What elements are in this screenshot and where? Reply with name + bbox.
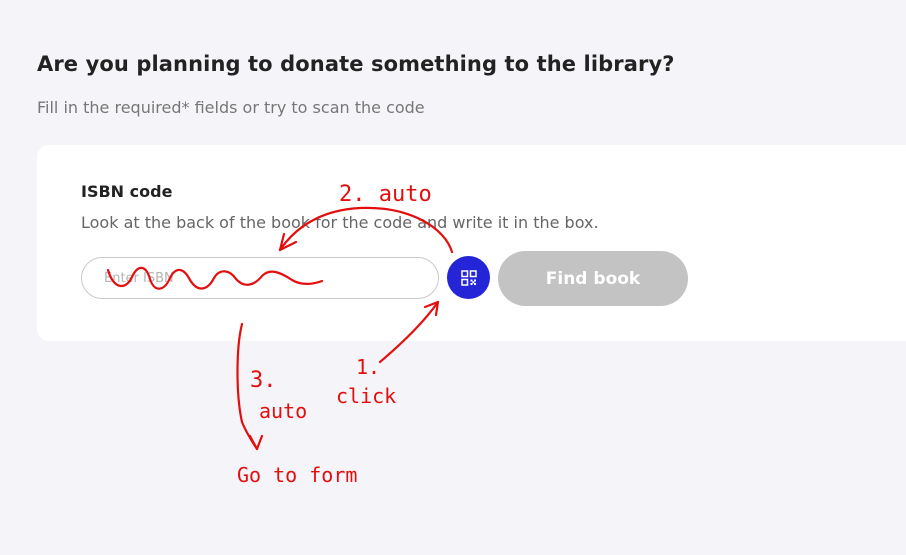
- find-book-button[interactable]: Find book: [498, 251, 688, 306]
- annotation-step1-text: click: [336, 384, 397, 408]
- annotation-step1-number: 1.: [356, 355, 381, 379]
- qr-code-icon: [460, 269, 477, 286]
- scan-code-button[interactable]: [447, 256, 490, 299]
- isbn-card-hint: Look at the back of the book for the cod…: [81, 213, 599, 232]
- annotation-step3-text: auto: [259, 399, 308, 423]
- isbn-card: [37, 145, 906, 341]
- annotation-step3-number: 3.: [250, 368, 277, 393]
- page-subtitle: Fill in the required* fields or try to s…: [37, 98, 425, 117]
- isbn-card-title: ISBN code: [81, 182, 173, 201]
- annotation-step2: 2. auto: [339, 182, 432, 207]
- annotation-goto-form: Go to form: [237, 463, 358, 487]
- page-title: Are you planning to donate something to …: [37, 52, 675, 76]
- isbn-input[interactable]: [81, 257, 439, 299]
